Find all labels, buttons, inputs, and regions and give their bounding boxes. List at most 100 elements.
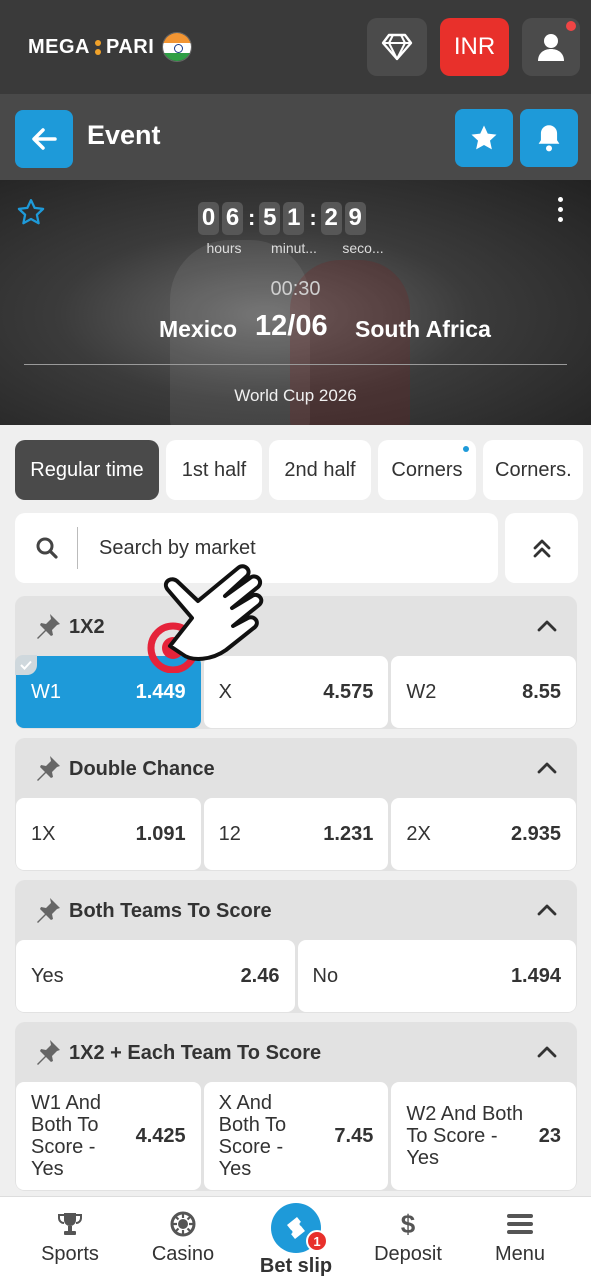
odd-label: W1 <box>31 680 61 703</box>
nav-label: Casino <box>151 1243 215 1265</box>
search-divider <box>77 527 78 569</box>
odd-button[interactable]: X And Both To Score - Yes 7.45 <box>203 1082 389 1190</box>
pin-icon[interactable] <box>34 1038 64 1066</box>
ticket-icon <box>287 1217 305 1239</box>
market-header[interactable]: 1X2 <box>15 596 577 656</box>
bet-slip-count-badge: 1 <box>306 1230 328 1252</box>
odd-value: 4.575 <box>323 680 374 703</box>
more-options-button[interactable] <box>553 197 567 227</box>
odd-value: 2.935 <box>510 822 562 845</box>
odd-button[interactable]: W2 8.55 <box>391 656 577 728</box>
event-header: Event <box>0 94 591 180</box>
profile-button[interactable] <box>522 18 580 76</box>
seconds-label: seco... <box>342 240 384 256</box>
odd-button[interactable]: Yes 2.46 <box>16 940 295 1012</box>
nav-deposit[interactable]: $ Deposit <box>349 1197 467 1280</box>
market-title: Both Teams To Score <box>69 900 272 922</box>
currency-button[interactable]: INR <box>440 18 509 76</box>
odd-button[interactable]: No 1.494 <box>297 940 576 1012</box>
odd-value: 1.449 <box>135 680 186 703</box>
favorites-button[interactable] <box>455 109 513 167</box>
timer-digit: 5 <box>259 201 281 235</box>
chevron-up-icon[interactable] <box>537 760 557 774</box>
tab-label: Corners <box>391 458 463 481</box>
vip-diamond-button[interactable] <box>367 18 427 76</box>
casino-chip-icon <box>170 1211 196 1237</box>
odd-value: 2.46 <box>240 964 280 987</box>
timer-digit: 2 <box>320 201 342 235</box>
market-header[interactable]: 1X2 + Each Team To Score <box>15 1022 577 1082</box>
countdown-timer: 0 6 : 5 1 : 2 9 <box>198 201 369 235</box>
logo-text-left: MEGA <box>28 35 90 58</box>
market-1x2: 1X2 W1 1.449 X 4.575 W2 8.55 <box>15 596 577 729</box>
hours-label: hours <box>206 240 242 256</box>
league-name[interactable]: World Cup 2026 <box>0 386 591 406</box>
odd-button[interactable]: W2 And Both To Score - Yes 23 <box>391 1082 577 1190</box>
market-header[interactable]: Both Teams To Score <box>15 880 577 940</box>
tap-hint-hand-icon <box>147 564 264 673</box>
selected-check-icon <box>15 655 37 675</box>
new-indicator-dot <box>463 446 469 452</box>
odd-label: X <box>218 680 233 703</box>
chevron-up-icon[interactable] <box>537 618 557 632</box>
pin-icon[interactable] <box>34 896 64 924</box>
match-date: 12/06 <box>255 310 328 342</box>
odd-label: Yes <box>31 964 64 987</box>
tab-2nd-half[interactable]: 2nd half <box>269 440 371 500</box>
timer-digit: 0 <box>198 201 219 235</box>
nav-label: Sports <box>41 1243 99 1265</box>
timer-digit: 6 <box>222 201 243 235</box>
odd-label: 2X <box>406 822 431 845</box>
chevron-up-icon[interactable] <box>537 902 557 916</box>
odd-button[interactable]: 12 1.231 <box>203 798 389 870</box>
market-both-teams-to-score: Both Teams To Score Yes 2.46 No 1.494 <box>15 880 577 1013</box>
nav-label: Menu <box>494 1243 546 1265</box>
search-icon <box>36 537 58 559</box>
market-header[interactable]: Double Chance <box>15 738 577 798</box>
market-title: 1X2 <box>69 616 105 638</box>
nav-label: Bet slip <box>259 1255 333 1277</box>
svg-text:$: $ <box>401 1210 416 1238</box>
back-button[interactable] <box>15 110 73 168</box>
chevron-up-icon[interactable] <box>537 1044 557 1058</box>
nav-bet-slip[interactable]: 1 Bet slip <box>237 1197 355 1280</box>
odd-button[interactable]: 1X 1.091 <box>16 798 201 870</box>
home-team: Mexico <box>159 316 237 342</box>
tab-corners-more[interactable]: Corners. <box>483 440 583 500</box>
double-chevron-up-icon <box>533 539 550 558</box>
arrow-left-icon <box>32 128 57 150</box>
match-hero: 0 6 : 5 1 : 2 9 hours minut... seco... 0… <box>0 180 591 425</box>
nav-casino[interactable]: Casino <box>124 1197 242 1280</box>
nav-menu[interactable]: Menu <box>461 1197 579 1280</box>
odd-value: 8.55 <box>522 680 562 703</box>
megapari-logo[interactable]: MEGA PARI <box>28 32 193 62</box>
pin-icon[interactable] <box>34 612 64 640</box>
timer-separator: : <box>309 205 317 230</box>
diamond-icon <box>381 33 413 61</box>
timer-digit: 9 <box>344 201 366 235</box>
favorite-match-button[interactable] <box>16 197 46 232</box>
notifications-button[interactable] <box>520 109 578 167</box>
timer-digit: 1 <box>283 201 305 235</box>
market-title: Double Chance <box>69 758 215 780</box>
market-title: 1X2 + Each Team To Score <box>69 1042 322 1064</box>
tab-1st-half[interactable]: 1st half <box>166 440 262 500</box>
star-outline-icon <box>17 199 45 225</box>
odd-label: No <box>312 964 339 987</box>
market-double-chance: Double Chance 1X 1.091 12 1.231 2X 2.935 <box>15 738 577 871</box>
pin-icon[interactable] <box>34 754 64 782</box>
collapse-all-button[interactable] <box>505 513 578 583</box>
odd-label: 12 <box>218 822 241 845</box>
page-title: Event <box>87 120 161 150</box>
match-start-time: 00:30 <box>270 278 321 300</box>
odd-label: W2 <box>406 680 437 703</box>
trophy-icon <box>58 1213 82 1235</box>
nav-sports[interactable]: Sports <box>11 1197 129 1280</box>
odd-button[interactable]: W1 And Both To Score - Yes 4.425 <box>16 1082 201 1190</box>
odds-row: 1X 1.091 12 1.231 2X 2.935 <box>15 798 577 871</box>
tab-corners[interactable]: Corners <box>378 440 476 500</box>
star-icon <box>471 125 497 150</box>
odd-value: 1.091 <box>135 822 186 845</box>
tab-regular-time[interactable]: Regular time <box>15 440 159 500</box>
odd-button[interactable]: 2X 2.935 <box>391 798 577 870</box>
